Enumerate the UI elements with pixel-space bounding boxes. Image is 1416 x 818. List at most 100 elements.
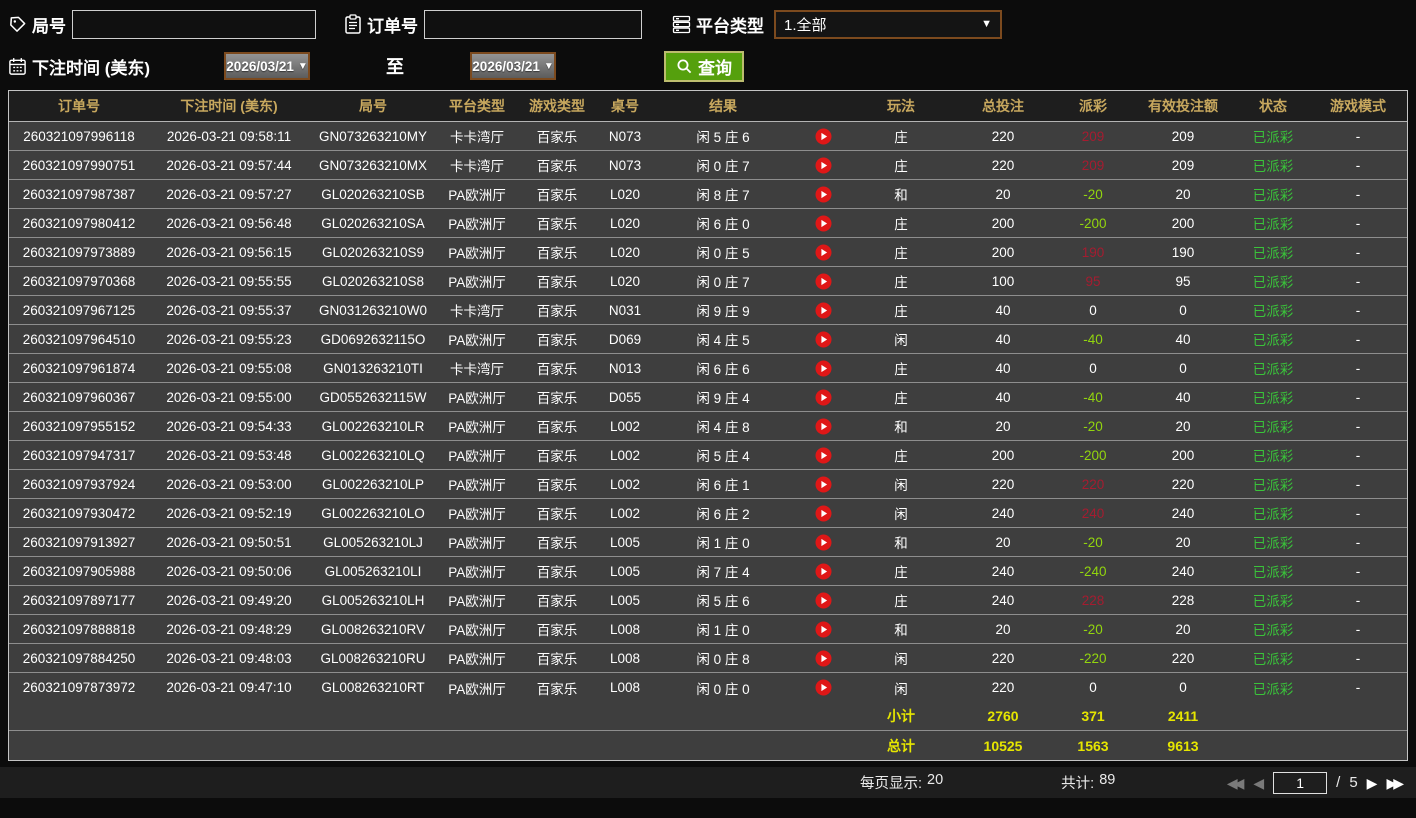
cell-valid-bet: 220 xyxy=(1171,650,1195,666)
cell-valid-bet: 220 xyxy=(1171,476,1195,492)
cell-result: 闲 4 庄 5 xyxy=(696,333,750,348)
platform-type-label: 平台类型 xyxy=(696,16,764,36)
table-header-row: 订单号 下注时间 (美东) 局号 平台类型 游戏类型 桌号 结果 玩法 总投注 … xyxy=(9,91,1407,122)
cell-game-mode: - xyxy=(1355,157,1361,173)
cell-bet-time: 2026-03-21 09:47:10 xyxy=(166,680,292,695)
replay-play-button[interactable] xyxy=(815,128,832,145)
replay-play-button[interactable] xyxy=(815,563,832,580)
platform-type-select[interactable]: 1.全部 ▼ xyxy=(774,9,1002,39)
round-number-input[interactable] xyxy=(72,9,316,39)
cell-game-type: 百家乐 xyxy=(536,652,578,667)
replay-play-button[interactable] xyxy=(815,273,832,290)
replay-play-button[interactable] xyxy=(815,476,832,493)
date-from-picker[interactable]: 2026/03/21 ▼ xyxy=(224,52,311,80)
table-row: 260321097964510 2026-03-21 09:55:23 GD06… xyxy=(9,325,1407,354)
replay-play-button[interactable] xyxy=(815,215,832,232)
table-row: 260321097973889 2026-03-21 09:56:15 GL02… xyxy=(9,238,1407,267)
bet-time-label: 下注时间 (美东) xyxy=(32,58,151,78)
cell-table-number: L008 xyxy=(609,680,641,695)
cell-game-type: 百家乐 xyxy=(536,130,578,145)
replay-play-button[interactable] xyxy=(815,534,832,551)
replay-play-button[interactable] xyxy=(815,447,832,464)
cell-play-type: 闲 xyxy=(894,681,908,697)
replay-play-button[interactable] xyxy=(815,621,832,638)
replay-play-button[interactable] xyxy=(815,418,832,435)
page-number-input[interactable] xyxy=(1273,771,1328,794)
play-icon xyxy=(815,650,831,666)
cell-result: 闲 0 庄 8 xyxy=(696,652,750,667)
table-row: 260321097897177 2026-03-21 09:49:20 GL00… xyxy=(9,586,1407,615)
play-icon xyxy=(815,186,831,202)
subtotal-total-bet: 2760 xyxy=(987,708,1019,724)
table-row: 260321097947317 2026-03-21 09:53:48 GL00… xyxy=(9,441,1407,470)
play-icon xyxy=(815,418,831,434)
cell-result: 闲 0 庄 7 xyxy=(696,159,750,174)
cell-game-mode: - xyxy=(1355,186,1361,202)
replay-play-button[interactable] xyxy=(815,505,832,522)
cell-platform: PA欧洲厅 xyxy=(448,652,506,667)
cell-play-type: 和 xyxy=(894,623,908,638)
cell-order-number: 260321097873972 xyxy=(22,680,136,695)
cell-bet-time: 2026-03-21 09:58:11 xyxy=(166,128,292,144)
cell-payout: 209 xyxy=(1081,128,1105,144)
cell-platform: PA欧洲厅 xyxy=(448,681,506,697)
grand-total-label: 总计 xyxy=(887,737,915,754)
replay-play-button[interactable] xyxy=(815,331,832,348)
replay-play-button[interactable] xyxy=(815,650,832,667)
cell-table-number: D069 xyxy=(608,331,642,347)
search-button[interactable]: 查询 xyxy=(664,50,745,82)
cell-round-number: GL005263210LJ xyxy=(323,534,423,550)
cell-order-number: 260321097990751 xyxy=(22,157,136,173)
first-page-button[interactable]: ◀◀ xyxy=(1227,776,1245,790)
date-to-picker[interactable]: 2026/03/21 ▼ xyxy=(470,52,557,80)
chevron-down-icon: ▼ xyxy=(297,60,308,72)
cell-game-type: 百家乐 xyxy=(536,217,578,232)
cell-payout: 0 xyxy=(1089,360,1097,376)
replay-play-button[interactable] xyxy=(815,302,832,319)
cell-table-number: L002 xyxy=(609,505,641,521)
cell-bet-time: 2026-03-21 09:55:37 xyxy=(166,302,292,318)
cell-result: 闲 0 庄 5 xyxy=(696,246,750,261)
cell-game-mode: - xyxy=(1355,389,1361,405)
cell-table-number: N073 xyxy=(608,128,642,144)
cell-payout: 95 xyxy=(1085,273,1101,289)
replay-play-button[interactable] xyxy=(815,157,832,174)
order-number-input[interactable] xyxy=(424,9,642,39)
play-icon xyxy=(815,244,831,260)
cell-result: 闲 6 庄 0 xyxy=(696,217,750,232)
cell-result: 闲 6 庄 6 xyxy=(696,362,750,377)
cell-game-type: 百家乐 xyxy=(536,188,578,203)
replay-play-button[interactable] xyxy=(815,679,832,696)
cell-order-number: 260321097961874 xyxy=(22,360,136,376)
next-page-button[interactable]: ▶ xyxy=(1367,776,1378,790)
replay-play-button[interactable] xyxy=(815,389,832,406)
replay-play-button[interactable] xyxy=(815,244,832,261)
replay-play-button[interactable] xyxy=(815,592,832,609)
total-count-value: 89 xyxy=(1099,772,1116,788)
header-payout: 派彩 xyxy=(1079,98,1107,114)
table-row: 260321097987387 2026-03-21 09:57:27 GL02… xyxy=(9,180,1407,209)
replay-play-button[interactable] xyxy=(815,360,832,377)
last-page-button[interactable]: ▶▶ xyxy=(1386,776,1404,790)
cell-round-number: GN031263210W0 xyxy=(318,302,428,318)
cell-total-bet: 220 xyxy=(991,157,1015,173)
status-badge: 已派彩 xyxy=(1252,217,1294,232)
chevron-down-icon: ▼ xyxy=(543,60,554,72)
cell-total-bet: 200 xyxy=(991,244,1015,260)
cell-game-type: 百家乐 xyxy=(536,449,578,464)
cell-bet-time: 2026-03-21 09:49:20 xyxy=(166,592,292,608)
cell-game-mode: - xyxy=(1355,563,1361,579)
cell-bet-time: 2026-03-21 09:57:44 xyxy=(166,157,292,173)
replay-play-button[interactable] xyxy=(815,186,832,203)
status-badge: 已派彩 xyxy=(1252,362,1294,377)
prev-page-button[interactable]: ◀ xyxy=(1253,776,1264,790)
cell-round-number: GD0692632115O xyxy=(320,331,426,347)
total-pages: 5 xyxy=(1349,774,1358,791)
cell-payout: 209 xyxy=(1081,157,1105,173)
cell-result: 闲 8 庄 7 xyxy=(696,188,750,203)
cell-round-number: GL020263210S8 xyxy=(321,273,425,289)
cell-game-mode: - xyxy=(1355,418,1361,434)
play-icon xyxy=(815,621,831,637)
cell-valid-bet: 20 xyxy=(1175,186,1191,202)
cell-bet-time: 2026-03-21 09:56:15 xyxy=(166,244,292,260)
